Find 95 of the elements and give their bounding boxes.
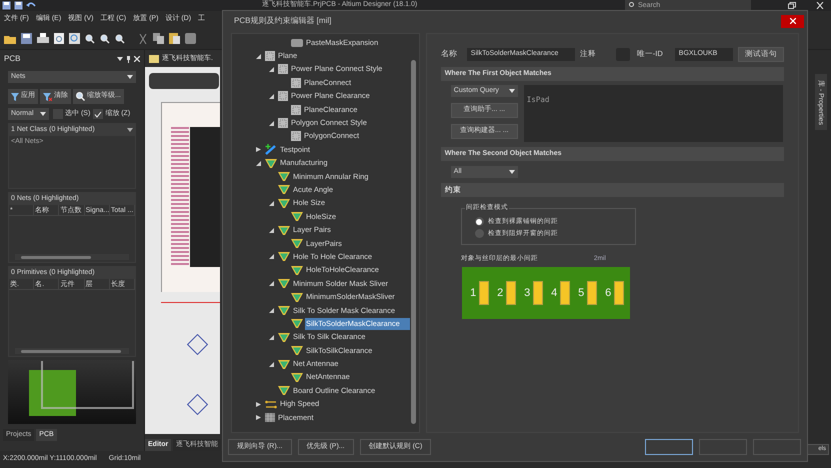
manufacturing-rule-icon <box>291 292 303 302</box>
zoom-icon[interactable] <box>100 34 110 44</box>
collapse-arrow-icon[interactable] <box>268 334 274 340</box>
manufacturing-rule-icon <box>278 279 290 288</box>
scrollbar[interactable] <box>15 348 129 354</box>
collapse-arrow-icon[interactable] <box>268 281 274 286</box>
zoom-icon[interactable] <box>85 34 95 44</box>
printer-icon[interactable] <box>37 33 49 44</box>
dropdown-caret-icon[interactable] <box>117 56 123 62</box>
expand-arrow-icon[interactable] <box>256 147 260 152</box>
panel-title: PCB <box>4 53 20 65</box>
undo-icon[interactable] <box>26 1 36 10</box>
plane-rule-icon <box>291 131 301 142</box>
manufacturing-rule-icon <box>278 386 290 396</box>
high-speed-rule-icon <box>265 400 277 409</box>
filter-icon <box>11 92 19 100</box>
probe-icon <box>265 144 277 156</box>
manufacturing-rule-icon <box>291 346 303 356</box>
save-all-icon[interactable] <box>14 1 23 10</box>
manufacturing-rule-icon <box>278 332 290 342</box>
manufacturing-rule-icon <box>278 252 290 262</box>
collapse-arrow-icon[interactable] <box>256 160 260 166</box>
manufacturing-rule-icon <box>291 266 303 275</box>
plane-rule-icon <box>278 91 288 102</box>
dialog-title: PCB规则及约束编辑器 [mil] <box>234 15 332 27</box>
caret-icon <box>508 170 515 174</box>
checkbox[interactable] <box>93 109 104 119</box>
pad-number: 1 <box>470 286 477 300</box>
magnifier-icon <box>76 92 85 101</box>
scissors-icon[interactable] <box>138 34 148 44</box>
collapse-arrow-icon[interactable] <box>268 94 274 99</box>
preview-icon[interactable] <box>54 33 64 44</box>
manufacturing-rule-icon <box>291 212 303 222</box>
placement-rule-icon <box>265 413 275 422</box>
pad-number: 3 <box>524 286 531 300</box>
collapse-arrow-icon[interactable] <box>268 362 274 367</box>
expand-arrow-icon[interactable] <box>256 402 260 407</box>
restore-icon[interactable] <box>788 2 796 9</box>
expand-arrow-icon[interactable] <box>256 415 260 420</box>
dialog-button[interactable] <box>645 439 693 455</box>
board-minimap[interactable] <box>8 360 136 424</box>
scrollbar[interactable] <box>15 254 129 260</box>
folder-icon[interactable] <box>4 34 16 44</box>
zoom-icon[interactable] <box>115 34 125 44</box>
manufacturing-rule-icon <box>291 239 303 248</box>
pad-number: 5 <box>578 286 585 300</box>
plane-rule-icon <box>291 78 301 88</box>
close-icon[interactable] <box>134 56 140 62</box>
collapse-arrow-icon[interactable] <box>268 120 274 126</box>
clear-filter-icon <box>43 92 52 100</box>
radio-button[interactable] <box>474 229 484 238</box>
manufacturing-rule-icon <box>265 158 277 168</box>
collapse-arrow-icon[interactable] <box>268 228 274 233</box>
close-icon <box>790 18 796 24</box>
manufacturing-rule-icon <box>278 185 290 194</box>
collapse-arrow-icon[interactable] <box>268 254 274 260</box>
plane-rule-icon <box>291 104 301 115</box>
manufacturing-rule-icon <box>278 360 290 369</box>
plane-rule-icon <box>265 51 275 62</box>
manufacturing-rule-icon <box>291 372 303 382</box>
collapse-arrow-icon[interactable] <box>256 54 260 59</box>
caret-icon <box>508 89 515 93</box>
manufacturing-rule-icon <box>278 198 290 208</box>
collapse-arrow-icon[interactable] <box>268 200 274 206</box>
field-label: 名称 <box>440 48 458 60</box>
duplicate-icon[interactable] <box>185 33 196 44</box>
pad <box>614 280 624 305</box>
caret-icon <box>40 112 46 116</box>
pad <box>560 280 570 305</box>
close-button[interactable] <box>781 14 804 28</box>
pad <box>532 280 543 305</box>
pad <box>478 280 489 305</box>
dropdown-caret-icon[interactable] <box>127 128 133 132</box>
collapse-arrow-icon[interactable] <box>268 308 274 313</box>
manufacturing-rule-icon <box>291 319 303 328</box>
pad-number: 2 <box>496 286 504 300</box>
paste-icon[interactable] <box>169 33 180 44</box>
collapse-arrow-icon[interactable] <box>268 66 274 72</box>
save-icon[interactable] <box>2 1 11 10</box>
pad-number: 6 <box>604 286 612 300</box>
plane-rule-icon <box>278 64 288 74</box>
pad-number: 4 <box>550 286 558 300</box>
radio-button[interactable] <box>474 217 484 226</box>
search-icon <box>629 2 635 8</box>
close-icon[interactable] <box>816 2 824 9</box>
manufacturing-rule-icon <box>278 172 290 182</box>
manufacturing-rule-icon <box>278 226 290 235</box>
caret-icon <box>127 74 133 80</box>
document-icon <box>149 55 159 63</box>
pad <box>586 280 597 305</box>
plane-rule-icon <box>278 118 288 128</box>
pin-icon[interactable] <box>126 56 131 62</box>
manufacturing-rule-icon <box>278 306 290 315</box>
copy-icon[interactable] <box>153 33 164 44</box>
pad <box>506 280 516 305</box>
